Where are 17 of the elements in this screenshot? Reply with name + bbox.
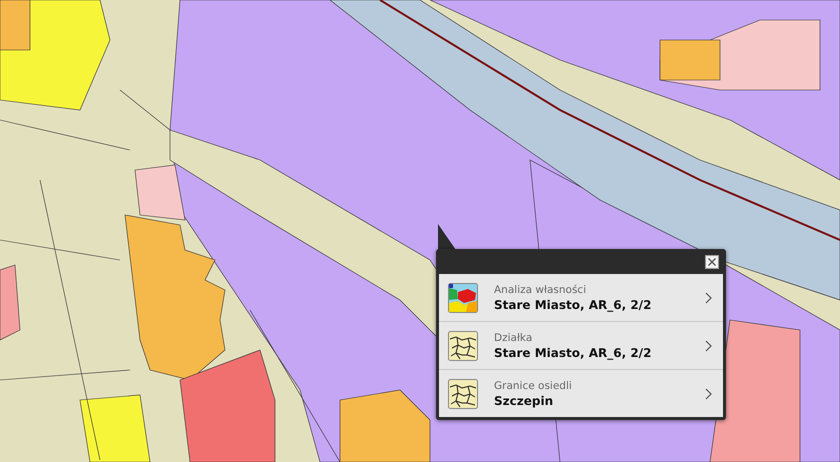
layer-name: Działka xyxy=(494,332,534,344)
layer-name: Granice osiedli xyxy=(494,380,573,392)
feature-name: Stare Miasto, AR_6, 2/2 xyxy=(494,298,652,312)
ownership-map-icon xyxy=(448,282,478,312)
layer-name: Analiza własności xyxy=(494,284,588,296)
chevron-right-icon xyxy=(705,388,713,400)
parcel-map-icon xyxy=(448,378,478,408)
result-list-item[interactable]: Analiza własności Stare Miasto, AR_6, 2/2 xyxy=(439,274,723,322)
chevron-right-icon xyxy=(705,292,713,304)
feature-name: Stare Miasto, AR_6, 2/2 xyxy=(494,346,652,360)
parcel-map-icon xyxy=(448,330,478,360)
result-list-item[interactable]: Granice osiedli Szczepin xyxy=(439,370,723,417)
chevron-right-icon xyxy=(705,340,713,352)
close-icon xyxy=(708,258,716,266)
close-button[interactable] xyxy=(705,254,719,268)
feature-name: Szczepin xyxy=(494,394,554,408)
result-list-item[interactable]: Działka Stare Miasto, AR_6, 2/2 xyxy=(439,322,723,370)
